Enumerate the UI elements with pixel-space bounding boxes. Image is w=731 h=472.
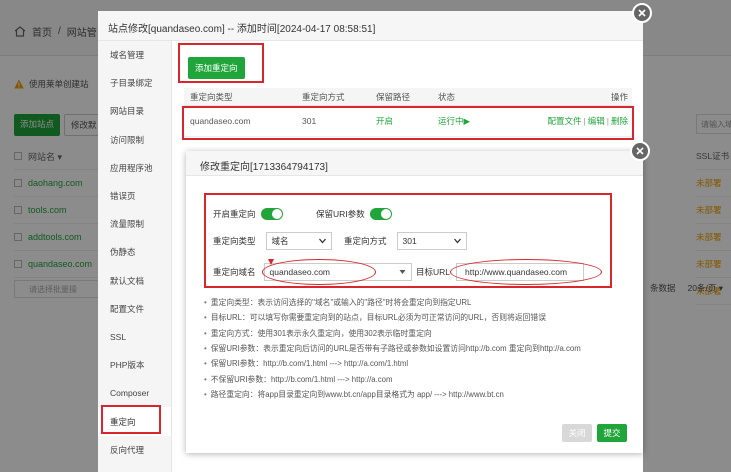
close-icon <box>636 147 644 155</box>
nav-item-php-version[interactable]: PHP版本 <box>98 351 171 379</box>
nav-item-reverse-proxy[interactable]: 反向代理 <box>98 436 171 464</box>
nav-item-rewrite[interactable]: 伪静态 <box>98 238 171 266</box>
close-icon <box>638 9 646 17</box>
nav-item-domain[interactable]: 域名管理 <box>98 41 171 69</box>
nav-item-composer[interactable]: Composer <box>98 379 171 407</box>
header-operations: 操作 <box>610 91 628 102</box>
nav-item-default-doc[interactable]: 默认文档 <box>98 267 171 295</box>
help-list: 重定向类型：表示访问选择的"域名"或输入的"路径"时将会重定向到指定URL 目标… <box>204 295 634 402</box>
annotation-redirect-row <box>182 106 634 140</box>
help-item: 保留URI参数：表示重定向后访问的URL是否带有子路径或参数如设置访问http:… <box>204 341 634 356</box>
edit-redirect-dialog-title: 修改重定向[1713364794173] <box>186 151 643 176</box>
annotation-add-redirect <box>178 43 264 83</box>
annotation-marker <box>268 259 274 265</box>
nav-item-site-directory[interactable]: 网站目录 <box>98 97 171 125</box>
help-item: 重定向方式：使用301表示永久重定向，使用302表示临时重定向 <box>204 326 634 341</box>
help-item: 重定向类型：表示访问选择的"域名"或输入的"路径"时将会重定向到指定URL <box>204 295 634 310</box>
redirect-table-header: 重定向类型 重定向方式 保留路径 状态 操作 <box>184 88 632 106</box>
nav-item-access-limit[interactable]: 访问限制 <box>98 126 171 154</box>
site-edit-dialog-title: 站点修改[quandaseo.com] -- 添加时间[2024-04-17 0… <box>98 11 643 41</box>
nav-item-error-page[interactable]: 错误页 <box>98 182 171 210</box>
header-keep-path: 保留路径 <box>376 91 411 102</box>
help-item: 路径重定向：将app目录重定向到www.bt.cn/app目录格式为 app/ … <box>204 387 634 402</box>
submit-button[interactable]: 提交 <box>597 424 627 442</box>
outer-dialog-close-button[interactable] <box>632 3 652 23</box>
nav-item-ssl[interactable]: SSL <box>98 323 171 351</box>
nav-item-config-file[interactable]: 配置文件 <box>98 295 171 323</box>
help-item: 不保留URI参数：http://b.com/1.html ---> http:/… <box>204 371 634 386</box>
annotation-domain-ellipse <box>262 259 376 285</box>
close-button[interactable]: 关闭 <box>562 424 592 442</box>
nav-item-subdirectory[interactable]: 子目录绑定 <box>98 69 171 97</box>
nav-item-traffic-limit[interactable]: 流量限制 <box>98 210 171 238</box>
header-status: 状态 <box>438 91 456 102</box>
inner-dialog-close-button[interactable] <box>630 141 650 161</box>
help-item: 保留URI参数：http://b.com/1.html ---> http://… <box>204 356 634 371</box>
annotation-target-ellipse <box>450 259 602 285</box>
header-redirect-method: 重定向方式 <box>302 91 345 102</box>
header-redirect-type: 重定向类型 <box>190 91 233 102</box>
nav-item-app-pool[interactable]: 应用程序池 <box>98 154 171 182</box>
help-item: 目标URL：可以填写你需要重定向到的站点，目标URL必须为可正常访问的URL，否… <box>204 310 634 325</box>
annotation-redirect-nav <box>101 405 161 434</box>
